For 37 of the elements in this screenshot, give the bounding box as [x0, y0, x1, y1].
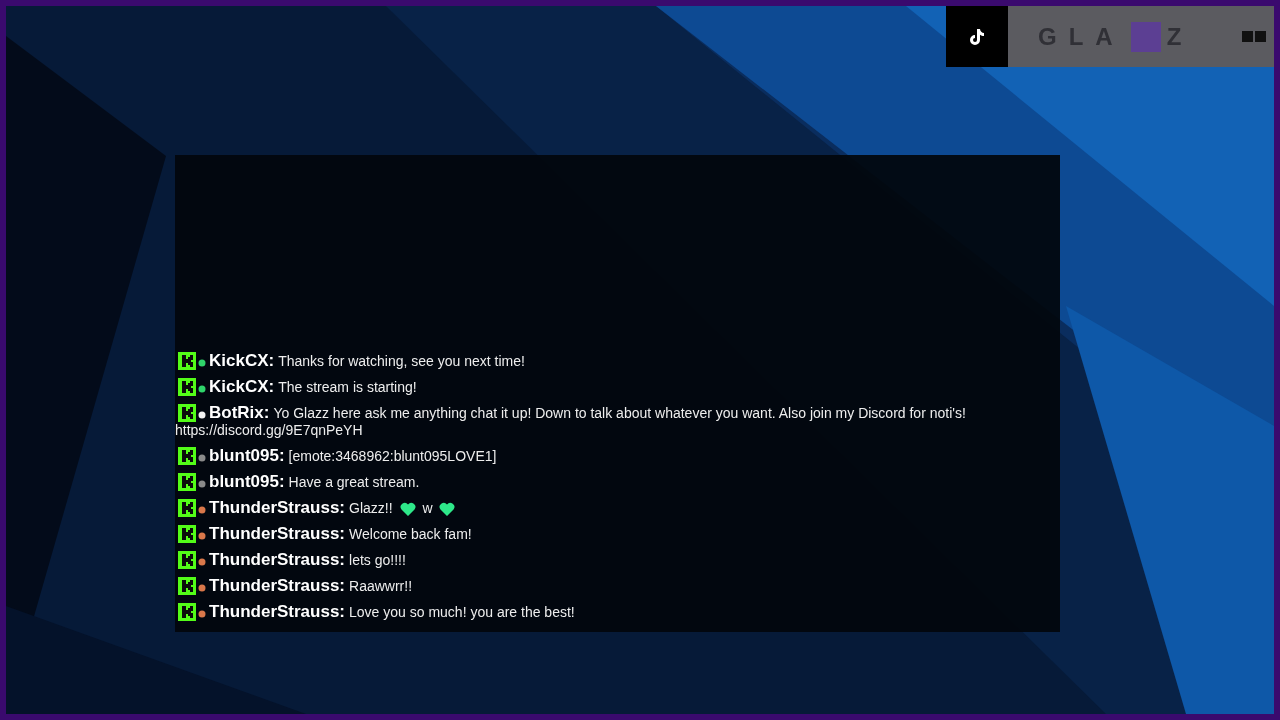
username: blunt095:: [209, 472, 285, 491]
username: BotRix:: [209, 403, 270, 422]
username: KickCX:: [209, 377, 275, 396]
k-logo-icon: [178, 577, 196, 595]
chat-message: Yo Glazz here ask me anything chat it up! Down to talk about whatever you want. Also join my Discord for noti's!: [273, 405, 966, 421]
username: blunt095:: [209, 446, 285, 465]
username: ThunderStrauss:: [209, 550, 346, 569]
link[interactable]: https://discord.gg/9E7qnPeYH: [175, 422, 1040, 439]
squares-icon: [1242, 31, 1266, 42]
chat-message: Have a great stream.: [288, 474, 420, 490]
chat-message: Welcome back fam!: [349, 526, 472, 542]
username: ThunderStrauss:: [209, 576, 346, 595]
chat-message: w: [422, 500, 433, 516]
chat-message: [emote:3468962:blunt095LOVE1]: [288, 448, 497, 464]
music-note-icon: [970, 28, 984, 45]
logo-square-icon: [1130, 21, 1161, 52]
chat-message: Glazz!!: [349, 500, 393, 516]
k-logo-icon: [178, 404, 196, 422]
k-logo-icon: [178, 525, 196, 543]
chat-message: The stream is starting!: [278, 379, 417, 395]
heart-icon: [439, 502, 456, 516]
k-logo-icon: [178, 499, 196, 517]
k-logo-icon: [178, 378, 196, 396]
heart-icon: [399, 502, 416, 516]
username: KickCX:: [209, 351, 275, 370]
k-logo-icon: [178, 352, 196, 370]
chat-message: lets go!!!!: [349, 552, 406, 568]
username: ThunderStrauss:: [209, 602, 346, 621]
k-logo-icon: [178, 551, 196, 569]
k-logo-icon: [178, 473, 196, 491]
chat-message: Love you so much! you are the best!: [349, 604, 575, 620]
username: ThunderStrauss:: [209, 524, 346, 543]
chat-message: Raawwrr!!: [349, 578, 413, 594]
k-logo-icon: [178, 447, 196, 465]
chat-message: Thanks for watching, see you next time!: [278, 353, 525, 369]
username: ThunderStrauss:: [209, 498, 346, 517]
k-logo-icon: [178, 603, 196, 621]
